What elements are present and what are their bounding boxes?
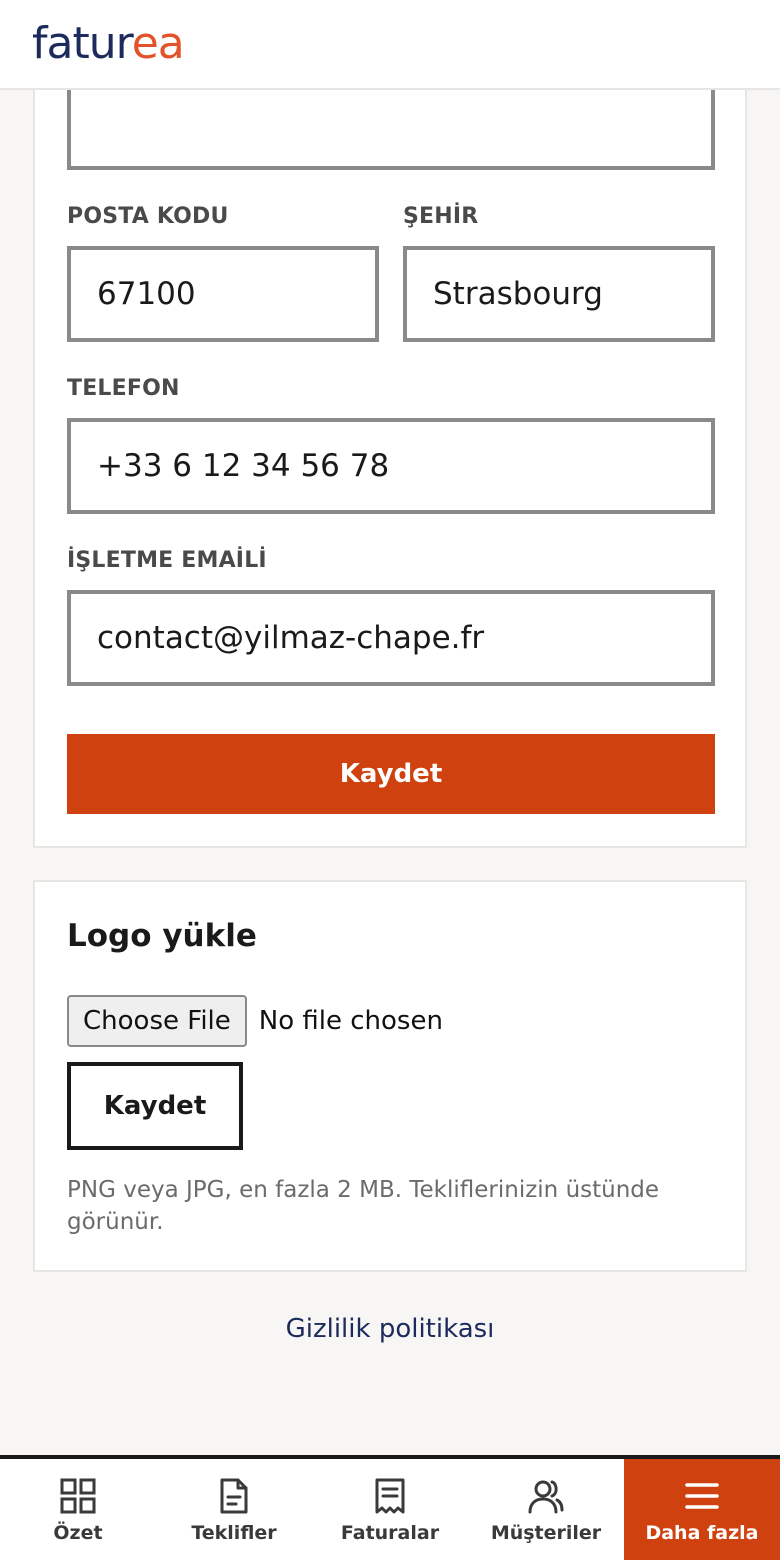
document-icon [220,1478,248,1513]
brand-logo[interactable]: faturea [32,16,185,72]
postal-code-field[interactable]: 67100 [67,246,379,342]
users-icon [528,1480,564,1513]
postal-code-label: POSTA KODU [67,204,229,229]
logo-upload-hint: PNG veya JPG, en fazla 2 MB. Tekliflerin… [67,1177,660,1235]
bottom-navigation: Özet Teklifler Faturalar Müşteriler Daha… [0,1455,780,1560]
nav-item-daha-fazla[interactable]: Daha fazla [624,1459,780,1560]
logo-upload-card: Logo yükle Choose File No file chosen Ka… [33,880,747,1272]
brand-logo-part1: fatur [32,18,133,69]
app-header: faturea [0,0,780,90]
receipt-icon [375,1478,405,1513]
nav-item-faturalar[interactable]: Faturalar [312,1459,468,1560]
nav-label-daha-fazla: Daha fazla [645,1521,759,1544]
business-email-label: İŞLETME EMAİLİ [67,548,267,573]
nav-label-teklifler: Teklifler [191,1521,277,1544]
city-field[interactable]: Strasbourg [403,246,715,342]
nav-item-teklifler[interactable]: Teklifler [156,1459,312,1560]
save-button[interactable]: Kaydet [67,734,715,814]
business-email-field[interactable]: contact@yilmaz-chape.fr [67,590,715,686]
logo-save-button[interactable]: Kaydet [67,1062,243,1150]
city-label: ŞEHİR [403,204,479,229]
nav-item-ozet[interactable]: Özet [0,1459,156,1560]
nav-item-musteriler[interactable]: Müşteriler [468,1459,624,1560]
business-info-form: POSTA KODU ŞEHİR 67100 Strasbourg TELEFO… [33,60,747,848]
nav-label-faturalar: Faturalar [340,1521,440,1544]
logo-upload-title: Logo yükle [67,918,257,954]
choose-file-button[interactable]: Choose File [67,995,247,1047]
nav-label-ozet: Özet [53,1521,103,1544]
grid-icon [60,1478,96,1513]
file-status-text: No file chosen [258,1006,443,1036]
menu-icon [685,1482,719,1509]
brand-logo-part2: ea [131,18,185,69]
file-input[interactable]: Choose File No file chosen [67,994,443,1048]
privacy-policy-link[interactable]: Gizlilik politikası [0,1314,780,1344]
address-field[interactable] [67,88,715,170]
nav-label-musteriler: Müşteriler [490,1521,602,1544]
phone-label: TELEFON [67,376,180,401]
phone-field[interactable]: +33 6 12 34 56 78 [67,418,715,514]
